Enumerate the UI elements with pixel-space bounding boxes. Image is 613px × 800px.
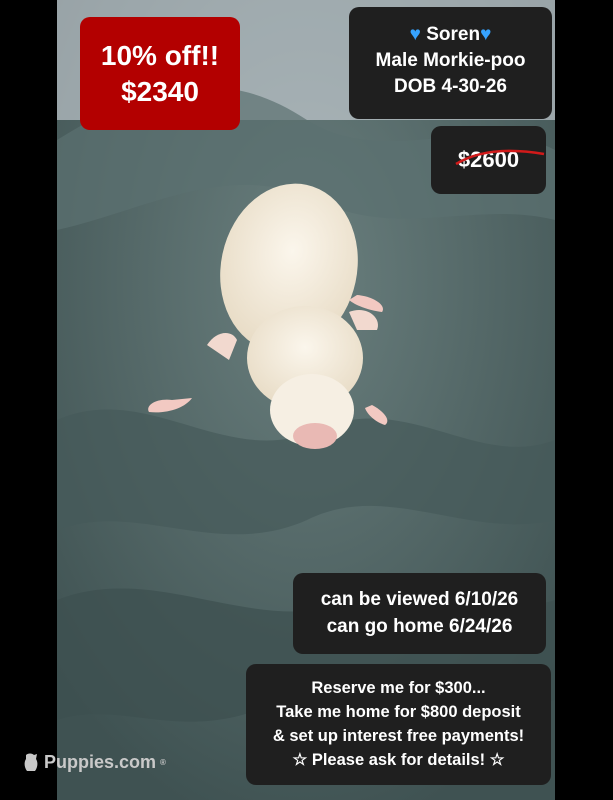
reserve-line: Reserve me for $300... xyxy=(311,679,486,697)
discount-percent: 10% off!! xyxy=(100,40,220,71)
blue-heart-icon: ♥ xyxy=(409,24,421,45)
puppy-info-box: ♥ Soren♥ Male Morkie-poo DOB 4-30-26 xyxy=(349,7,552,119)
registered-mark: ® xyxy=(160,758,166,767)
discount-badge: 10% off!! $2340 xyxy=(80,17,240,130)
blue-heart-icon: ♥ xyxy=(480,24,492,45)
dog-icon xyxy=(24,753,38,771)
puppy-breed: Male Morkie-poo xyxy=(375,50,526,71)
original-price: $2600 xyxy=(455,126,545,194)
star-icon: ☆ xyxy=(489,751,505,769)
view-date: can be viewed 6/10/26 xyxy=(320,589,519,610)
puppy-name: Soren xyxy=(426,24,481,45)
reserve-box: Reserve me for $300... Take me home for … xyxy=(246,664,551,785)
puppies-watermark: Puppies.com ® xyxy=(22,752,166,773)
strikethrough-icon xyxy=(455,149,545,166)
discount-price: $2340 xyxy=(121,76,199,107)
star-icon: ☆ xyxy=(292,751,308,769)
puppy-dob: DOB 4-30-26 xyxy=(394,76,507,97)
original-price-box: $2600 xyxy=(431,126,546,194)
details-text: Please ask for details! xyxy=(311,751,486,769)
puppy-name-line: ♥ Soren♥ xyxy=(349,22,552,48)
payments-line: & set up interest free payments! xyxy=(272,727,525,745)
go-home-date: can go home 6/24/26 xyxy=(326,616,513,637)
deposit-line: Take me home for $800 deposit xyxy=(276,703,521,721)
details-line: ☆ Please ask for details! ☆ xyxy=(246,748,551,772)
viewing-dates-box: can be viewed 6/10/26 can go home 6/24/2… xyxy=(293,573,546,654)
watermark-text: Puppies.com xyxy=(44,752,157,772)
